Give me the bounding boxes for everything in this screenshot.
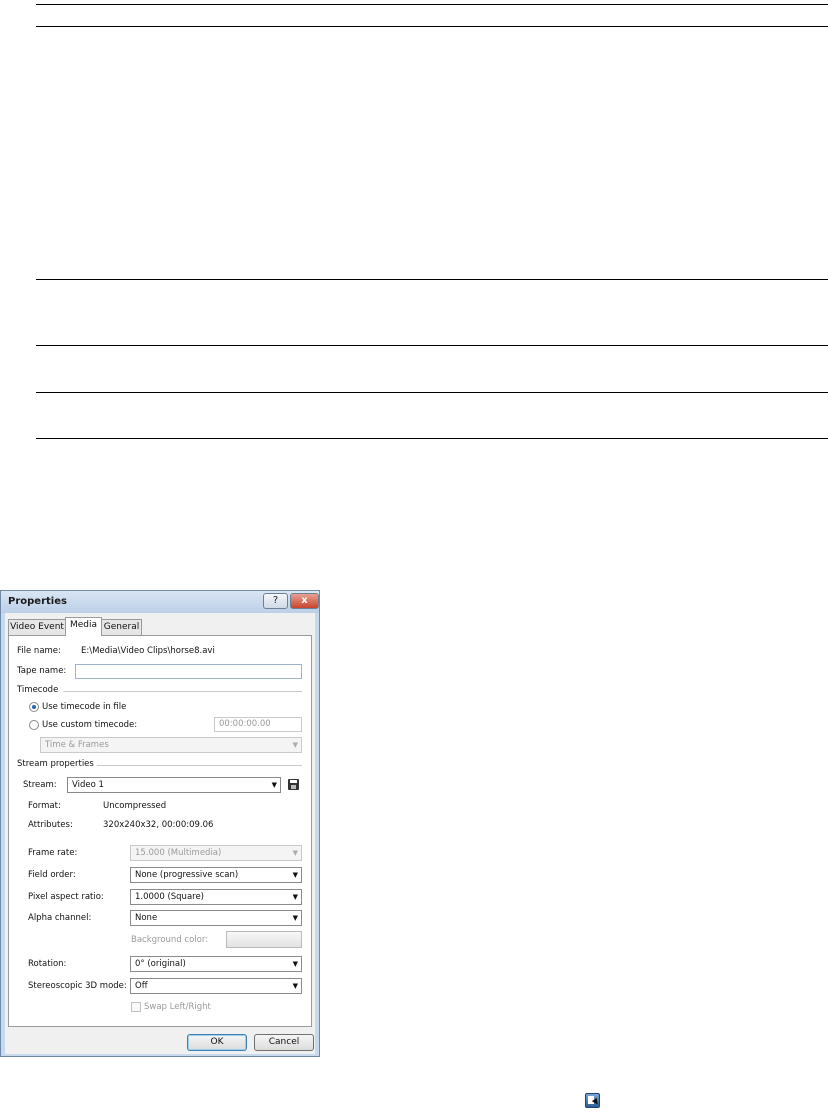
stream-dropdown[interactable]: Video 1 ▼ [67, 777, 281, 793]
dialog-title: Properties [8, 596, 67, 607]
use-custom-timecode-radio[interactable] [29, 720, 39, 730]
save-icon[interactable] [288, 779, 299, 790]
ok-button[interactable]: OK [187, 1034, 247, 1051]
alpha-label: Alpha channel: [28, 913, 92, 923]
attributes-value: 320x240x32, 00:00:09.06 [103, 820, 214, 830]
rotation-dropdown[interactable]: 0° (original) ▼ [130, 956, 302, 972]
use-file-timecode-label: Use timecode in file [42, 702, 127, 712]
chevron-down-icon: ▼ [292, 893, 298, 901]
pixel-aspect-dropdown[interactable]: 1.0000 (Square) ▼ [130, 889, 302, 905]
time-format-dropdown[interactable]: Time & Frames ▼ [40, 737, 302, 753]
pixel-aspect-label: Pixel aspect ratio: [28, 892, 104, 902]
field-order-label: Field order: [28, 870, 76, 880]
field-order-dropdown[interactable]: None (progressive scan) ▼ [130, 867, 302, 883]
background-color-label: Background color: [131, 935, 209, 945]
table-rule [36, 392, 828, 393]
swap-left-right-checkbox[interactable] [131, 1002, 141, 1012]
tab-media[interactable]: Media [65, 617, 102, 636]
rotation-value: 0° (original) [135, 959, 186, 969]
alpha-value: None [135, 913, 158, 923]
file-name-label: File name: [17, 646, 61, 656]
chevron-down-icon: ▼ [292, 960, 298, 968]
frame-rate-label: Frame rate: [28, 848, 78, 858]
media-panel: File name: E:\Media\Video Clips\horse8.a… [8, 635, 312, 1027]
chevron-down-icon: ▼ [292, 849, 298, 857]
chevron-down-icon: ▼ [271, 781, 277, 789]
alpha-dropdown[interactable]: None ▼ [130, 910, 302, 926]
frame-rate-dropdown[interactable]: 15.000 (Multimedia) ▼ [130, 845, 302, 861]
cancel-button[interactable]: Cancel [254, 1034, 314, 1051]
format-value: Uncompressed [103, 801, 167, 811]
tab-video-event[interactable]: Video Event [8, 619, 66, 635]
stream-group-label: Stream properties [17, 759, 94, 769]
time-format-value: Time & Frames [45, 740, 109, 750]
format-label: Format: [28, 801, 61, 811]
select-event-icon [585, 1093, 601, 1108]
custom-timecode-input[interactable]: 00:00:00.00 [214, 717, 302, 732]
stream-value: Video 1 [72, 780, 104, 790]
group-divider [63, 691, 302, 692]
group-divider [97, 765, 302, 766]
use-file-timecode-radio[interactable] [29, 702, 39, 712]
tape-name-input[interactable] [75, 664, 302, 679]
close-button[interactable]: x [290, 593, 319, 609]
timecode-group-label: Timecode [17, 685, 59, 695]
attributes-label: Attributes: [28, 820, 73, 830]
file-name-value: E:\Media\Video Clips\horse8.avi [81, 646, 215, 656]
table-rule [36, 4, 828, 5]
field-order-value: None (progressive scan) [135, 870, 239, 880]
stereo-label: Stereoscopic 3D mode: [28, 981, 127, 991]
table-rule [36, 438, 828, 439]
tape-name-label: Tape name: [17, 666, 67, 676]
chevron-down-icon: ▼ [292, 871, 298, 879]
stream-label: Stream: [23, 780, 57, 790]
background-color-swatch[interactable] [226, 931, 302, 948]
help-button[interactable]: ? [263, 593, 288, 609]
stereo-dropdown[interactable]: Off ▼ [130, 978, 302, 994]
rotation-label: Rotation: [28, 959, 67, 969]
table-rule [36, 26, 828, 27]
properties-dialog: Properties ? x Video Event Media General… [0, 590, 320, 1057]
use-custom-timecode-label: Use custom timecode: [42, 720, 138, 730]
swap-left-right-label: Swap Left/Right [144, 1002, 211, 1012]
frame-rate-value: 15.000 (Multimedia) [135, 848, 222, 858]
chevron-down-icon: ▼ [292, 914, 298, 922]
pixel-aspect-value: 1.0000 (Square) [135, 892, 205, 902]
tab-general[interactable]: General [101, 619, 142, 635]
title-bar[interactable]: Properties ? x [1, 591, 319, 613]
chevron-down-icon: ▼ [292, 982, 298, 990]
table-rule [36, 279, 828, 280]
chevron-down-icon: ▼ [292, 741, 298, 749]
table-rule [36, 345, 828, 346]
stereo-value: Off [135, 981, 148, 991]
dialog-client: Video Event Media General File name: E:\… [5, 613, 315, 1054]
